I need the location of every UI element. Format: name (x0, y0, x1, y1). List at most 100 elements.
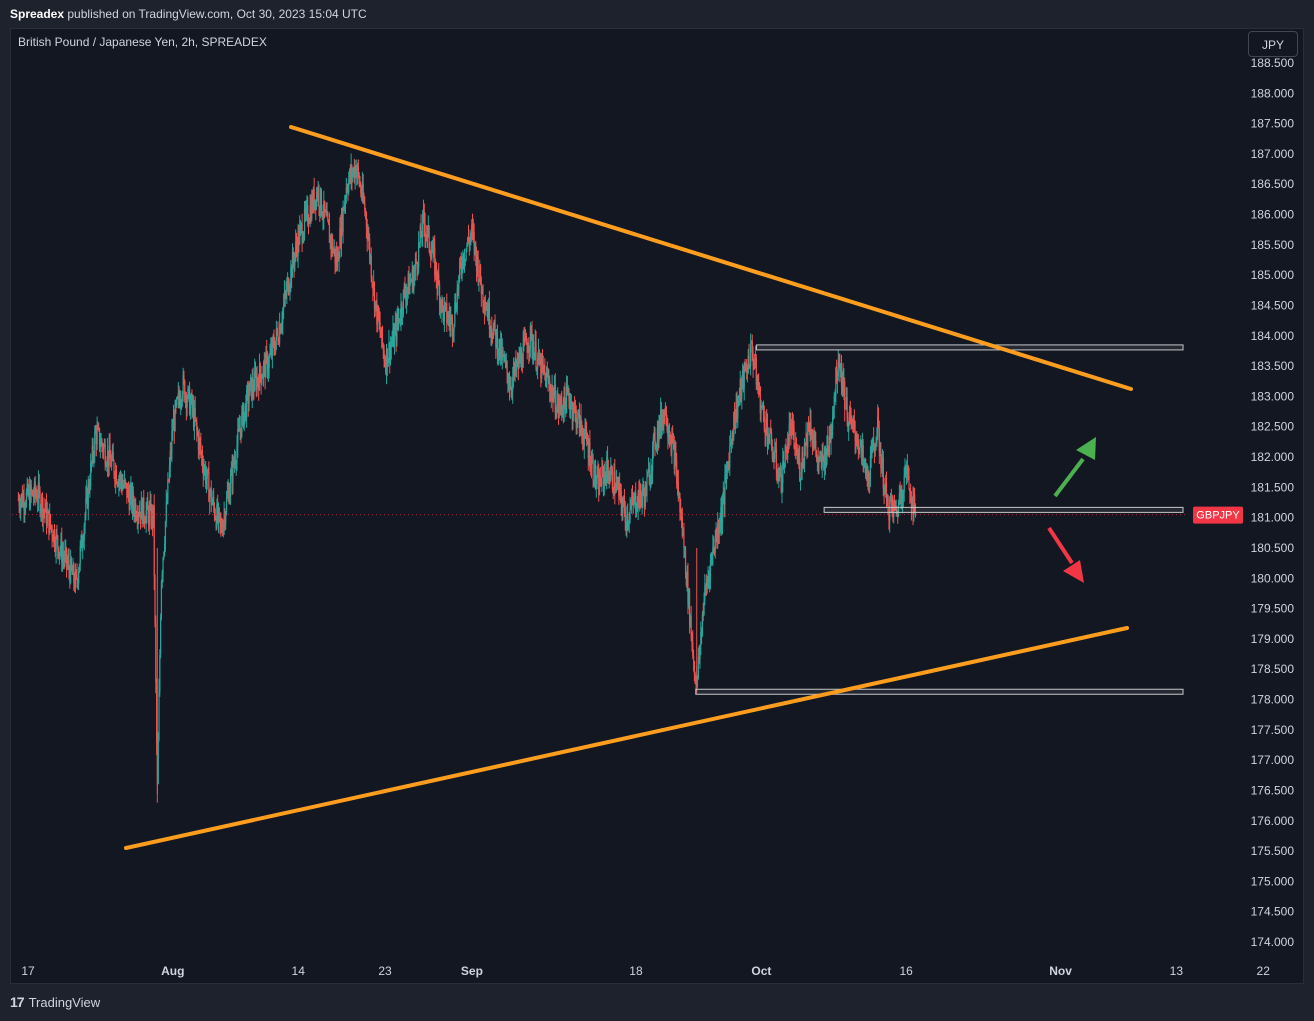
candle-body (506, 362, 508, 374)
candle-body (903, 476, 905, 493)
x-tick-label: Sep (461, 964, 483, 978)
candle-body (57, 535, 59, 548)
y-tick-label: 174.000 (1251, 935, 1295, 949)
candle-body (535, 341, 537, 369)
candle-body (167, 479, 169, 502)
footer: 17 TradingView (10, 994, 100, 1010)
y-tick-label: 178.500 (1251, 662, 1295, 676)
y-tick-label: 180.500 (1251, 541, 1295, 555)
candle-body (646, 477, 648, 497)
price-axis: 188.500 188.000 187.500 187.000 186.500 186.0… (1193, 56, 1294, 949)
y-tick-label: 179.500 (1251, 602, 1295, 616)
current-zone[interactable] (823, 506, 1184, 513)
y-tick-label: 183.500 (1251, 359, 1295, 373)
candle-body (320, 189, 322, 214)
y-tick-label: 184.500 (1251, 298, 1295, 312)
candle-body (775, 448, 777, 471)
x-tick-label: 18 (629, 964, 643, 978)
y-tick-label: 174.500 (1251, 905, 1295, 919)
y-tick-label: 179.000 (1251, 632, 1295, 646)
candle-body (629, 509, 631, 520)
lower-trendline[interactable] (124, 626, 1129, 850)
y-tick-label: 177.000 (1251, 753, 1295, 767)
candle-body (268, 356, 270, 368)
y-tick-label: 177.500 (1251, 723, 1295, 737)
candle-body (862, 445, 864, 461)
candle-body (857, 440, 859, 448)
candle-body (729, 446, 731, 469)
y-tick-label: 186.500 (1251, 177, 1295, 191)
candle-body (502, 350, 504, 355)
price-chart[interactable]: 188.500 188.000 187.500 187.000 186.500 186.0… (0, 0, 1314, 1021)
y-tick-label: 181.500 (1251, 480, 1295, 494)
y-tick-label: 180.000 (1251, 571, 1295, 585)
candle-body (165, 502, 167, 522)
resistance-zone[interactable] (756, 344, 1184, 351)
arrow-down-icon[interactable] (1047, 526, 1084, 583)
candle-body (370, 255, 372, 278)
y-tick-label: 188.500 (1251, 56, 1295, 70)
candle-body (94, 432, 96, 456)
x-tick-label: 16 (899, 964, 913, 978)
candle-body (194, 408, 196, 420)
y-tick-label: 187.500 (1251, 117, 1295, 131)
arrow-up-head (1076, 437, 1096, 460)
y-tick-label: 181.000 (1251, 511, 1295, 525)
x-tick-label: 14 (292, 964, 306, 978)
x-tick-label: 17 (21, 964, 35, 978)
candle-body (381, 327, 384, 345)
y-tick-label: 175.500 (1251, 844, 1295, 858)
candle-body (49, 514, 52, 526)
x-tick-label: 22 (1257, 964, 1271, 978)
candle-body (318, 189, 320, 207)
candle-body (683, 531, 685, 549)
y-tick-label: 183.000 (1251, 389, 1295, 403)
candle-body (229, 475, 232, 493)
y-tick-label: 187.000 (1251, 147, 1295, 161)
upper-trendline[interactable] (289, 125, 1133, 391)
currency-button[interactable]: JPY (1248, 31, 1298, 57)
candle-body (799, 457, 801, 480)
candle-body (115, 469, 118, 484)
candle-body (721, 503, 724, 523)
candle-body (225, 497, 228, 513)
y-tick-label: 185.500 (1251, 238, 1295, 252)
candle-body (430, 253, 433, 260)
x-tick-label: Oct (751, 964, 771, 978)
y-tick-label: 188.000 (1251, 86, 1295, 100)
symbol-description: British Pound / Japanese Yen, 2h, SPREAD… (18, 35, 267, 49)
candle-body (611, 468, 613, 490)
time-axis: 17 Aug 14 23 Sep 18 Oct 16 Nov 13 22 (21, 964, 1270, 978)
candle-body (844, 381, 846, 409)
candle-body (248, 395, 250, 404)
x-tick-label: 13 (1170, 964, 1184, 978)
candle-body (78, 572, 80, 584)
tradingview-logo-icon: 17 (10, 994, 25, 1010)
candle-body (155, 622, 157, 683)
y-tick-label: 178.000 (1251, 693, 1295, 707)
arrow-up-shaft (1053, 457, 1085, 498)
candle-body (96, 428, 98, 445)
x-tick-label: 23 (378, 964, 392, 978)
low-zone[interactable] (695, 688, 1184, 695)
candle-body (624, 508, 626, 523)
candle-body (750, 343, 752, 367)
y-tick-label: 186.000 (1251, 208, 1295, 222)
footer-brand[interactable]: TradingView (29, 995, 101, 1010)
candle-body (162, 558, 164, 574)
y-tick-label: 175.000 (1251, 874, 1295, 888)
x-tick-label: Nov (1049, 964, 1072, 978)
candle-body (259, 364, 261, 376)
y-tick-label: 182.000 (1251, 450, 1295, 464)
candle-body (442, 298, 444, 307)
candle-body (46, 513, 48, 526)
candle-body (153, 505, 155, 577)
candle-body (158, 691, 160, 741)
y-tick-label: 176.500 (1251, 783, 1295, 797)
candle-body (908, 476, 910, 489)
candle-body (159, 655, 161, 692)
candle-body (477, 256, 479, 282)
candle-body (160, 618, 162, 656)
arrow-up-icon[interactable] (1053, 437, 1096, 498)
candle-body (494, 319, 496, 331)
